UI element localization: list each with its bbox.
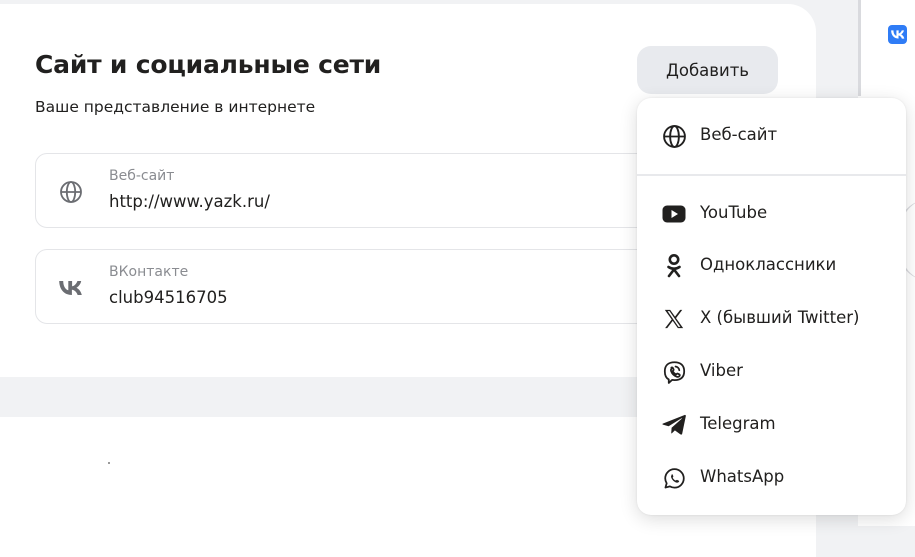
section-subtitle: Ваше представление в интернете (35, 98, 316, 116)
vk-field[interactable]: ВКонтакте club94516705 (35, 249, 735, 324)
menu-item-x-twitter[interactable]: X (бывший Twitter) (637, 295, 906, 341)
menu-item-youtube[interactable]: YouTube (637, 190, 906, 236)
next-section-decoration (108, 462, 110, 464)
globe-icon (661, 123, 687, 149)
whatsapp-icon (661, 465, 687, 491)
menu-item-label: Viber (700, 361, 743, 380)
youtube-icon (661, 201, 687, 227)
vk-icon[interactable] (888, 25, 907, 44)
menu-item-label: Telegram (700, 414, 776, 433)
telegram-icon (661, 412, 687, 438)
website-field-value: http://www.yazk.ru/ (109, 192, 270, 211)
website-field-label: Веб-сайт (109, 168, 175, 184)
right-panel-divider (858, 0, 861, 96)
menu-item-whatsapp[interactable]: WhatsApp (637, 454, 906, 500)
vk-field-value: club94516705 (109, 288, 228, 307)
vk-field-label: ВКонтакте (109, 264, 189, 280)
odnoklassniki-icon (661, 253, 687, 279)
menu-item-telegram[interactable]: Telegram (637, 401, 906, 447)
menu-item-viber[interactable]: Viber (637, 348, 906, 394)
menu-item-label: Веб-сайт (700, 125, 778, 144)
menu-divider (637, 174, 906, 176)
menu-item-odnoklassniki[interactable]: Одноклассники (637, 242, 906, 288)
menu-item-label: X (бывший Twitter) (700, 308, 860, 327)
globe-icon (58, 179, 84, 205)
menu-item-website[interactable]: Веб-сайт (637, 112, 906, 158)
section-title: Сайт и социальные сети (35, 50, 382, 79)
menu-item-label: WhatsApp (700, 467, 785, 486)
viber-icon (661, 359, 687, 385)
menu-item-label: YouTube (700, 203, 768, 222)
website-field[interactable]: Веб-сайт http://www.yazk.ru/ (35, 153, 735, 228)
x-icon (661, 306, 687, 332)
add-link-dropdown: Веб-сайт YouTube Одноклассники X (бывший… (637, 98, 906, 515)
menu-item-label: Одноклассники (700, 255, 837, 274)
vk-icon (58, 275, 84, 301)
add-link-button[interactable]: Добавить (637, 46, 778, 94)
